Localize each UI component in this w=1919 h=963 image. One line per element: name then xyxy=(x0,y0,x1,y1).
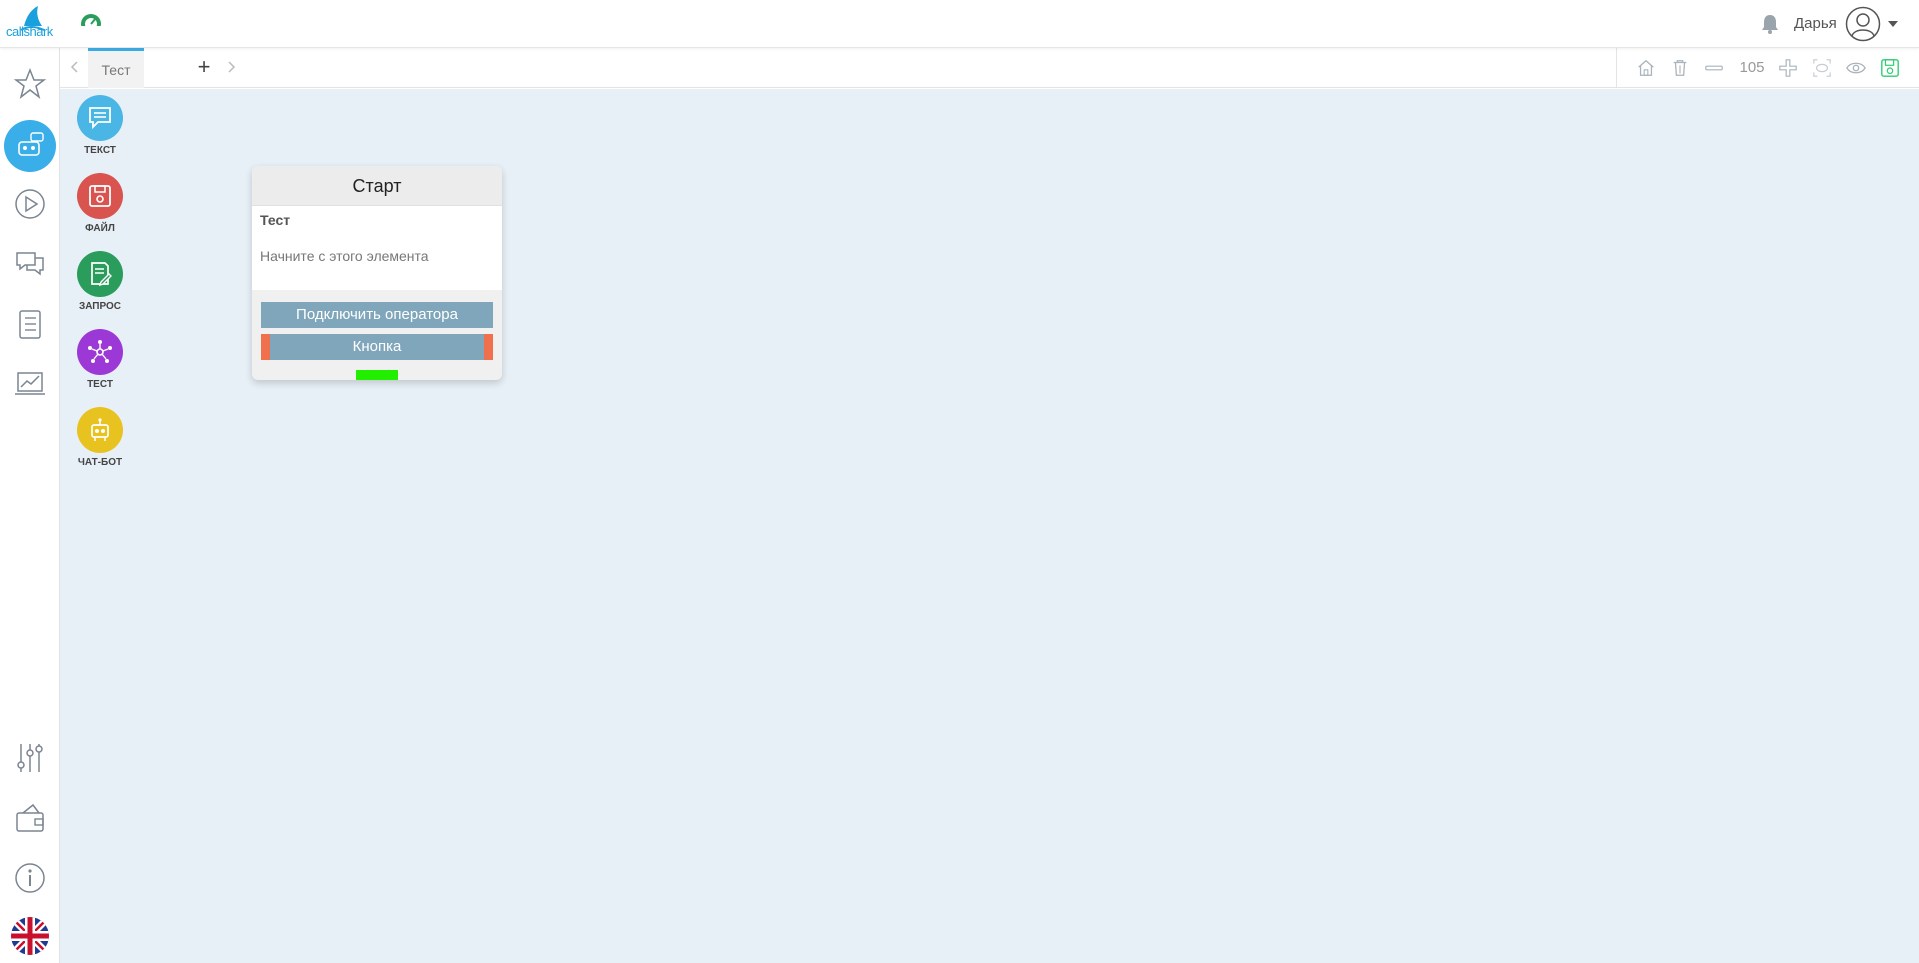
zoom-out-button[interactable] xyxy=(1703,57,1725,79)
plus-icon xyxy=(1779,59,1797,77)
logo-text: callshark xyxy=(6,24,53,39)
focus-view-button[interactable] xyxy=(1811,57,1833,79)
palette-test-label: ТЕСТ xyxy=(87,379,113,390)
canvas-toolbar: 105 xyxy=(1616,48,1919,88)
start-node[interactable]: Старт Тест Начните с этого элемента Подк… xyxy=(252,166,502,380)
palette-request[interactable]: ЗАПРОС xyxy=(70,251,130,312)
message-icon xyxy=(89,107,111,130)
palette-text[interactable]: ТЕКСТ xyxy=(70,95,130,156)
home-icon xyxy=(1638,59,1654,76)
palette-test[interactable]: ТЕСТ xyxy=(70,329,130,390)
add-tab-button[interactable]: + xyxy=(192,56,216,80)
bell-icon[interactable] xyxy=(1759,13,1781,35)
tab-test[interactable]: Тест xyxy=(88,48,144,88)
sidebar-item-chats[interactable] xyxy=(8,242,52,286)
sidebar-item-info[interactable] xyxy=(8,856,52,900)
avatar-icon[interactable] xyxy=(1845,6,1881,42)
sidebar xyxy=(0,48,60,963)
callshark-logo[interactable]: callshark xyxy=(4,4,58,44)
connect-operator-button[interactable]: Подключить оператора xyxy=(261,302,493,328)
tab-bar: Тест + 105 xyxy=(60,48,1919,88)
play-circle-icon xyxy=(15,189,45,219)
palette-chatbot-circle xyxy=(77,407,123,453)
eye-icon xyxy=(1846,62,1866,74)
minus-icon xyxy=(1705,65,1723,71)
info-icon xyxy=(15,863,45,893)
language-flag-uk[interactable] xyxy=(8,914,52,958)
chat-bubbles-icon xyxy=(16,252,44,276)
preview-button[interactable] xyxy=(1845,57,1867,79)
palette-request-circle xyxy=(77,251,123,297)
knopka-button[interactable]: Кнопка xyxy=(261,334,493,360)
dashboard-gauge-icon[interactable] xyxy=(78,12,104,34)
zoom-in-button[interactable] xyxy=(1777,57,1799,79)
sidebar-item-bots[interactable] xyxy=(4,120,56,172)
sidebar-item-favorites[interactable] xyxy=(8,62,52,106)
node-output-connector[interactable] xyxy=(356,370,398,380)
sidebar-item-analytics[interactable] xyxy=(8,362,52,406)
palette-chatbot-label: ЧАТ-БОТ xyxy=(77,457,123,468)
sidebar-item-tasks[interactable] xyxy=(8,302,52,346)
flow-canvas[interactable]: ТЕКСТ ФАЙЛ ЗАПРОС ТЕСТ ЧАТ-БОТ Старт Тес… xyxy=(60,89,1919,963)
zoom-level: 105 xyxy=(1739,59,1765,76)
palette-chatbot[interactable]: ЧАТ-БОТ xyxy=(70,407,130,468)
save-disk-icon xyxy=(1881,59,1899,77)
palette-text-label: ТЕКСТ xyxy=(84,145,116,156)
palette-test-circle xyxy=(77,329,123,375)
sidebar-item-play[interactable] xyxy=(8,182,52,226)
chevron-down-icon[interactable] xyxy=(1887,20,1899,28)
palette-request-label: ЗАПРОС xyxy=(78,301,122,312)
save-button[interactable] xyxy=(1879,57,1901,79)
node-title: Тест xyxy=(260,212,291,228)
trash-icon xyxy=(1673,60,1687,76)
checklist-icon xyxy=(19,310,41,339)
network-icon xyxy=(88,340,112,363)
chevron-left-icon[interactable] xyxy=(68,59,82,75)
save-file-icon xyxy=(89,185,111,207)
node-description: Начните с этого элемента xyxy=(260,248,429,264)
sidebar-item-wallet[interactable] xyxy=(8,796,52,840)
user-name[interactable]: Дарья xyxy=(1794,15,1837,32)
top-bar: callshark Дарья xyxy=(0,0,1919,48)
uk-flag-icon xyxy=(11,917,49,955)
chart-laptop-icon xyxy=(15,372,45,395)
sliders-icon xyxy=(17,744,43,772)
robot-chat-icon xyxy=(18,132,44,156)
node-body: Тест Начните с этого элемента xyxy=(252,206,502,290)
palette-file-label: ФАЙЛ xyxy=(85,223,115,234)
focus-eye-icon xyxy=(1813,59,1831,77)
palette-text-circle xyxy=(77,95,123,141)
robot-icon xyxy=(91,418,109,441)
delete-button[interactable] xyxy=(1669,57,1691,79)
chevron-right-icon[interactable] xyxy=(224,59,238,75)
sidebar-item-settings[interactable] xyxy=(8,736,52,780)
node-header: Старт xyxy=(252,166,502,206)
home-button[interactable] xyxy=(1635,57,1657,79)
palette-file-circle xyxy=(77,173,123,219)
wallet-icon xyxy=(16,803,44,832)
star-icon xyxy=(13,67,47,99)
request-icon xyxy=(91,262,112,287)
palette-file[interactable]: ФАЙЛ xyxy=(70,173,130,234)
